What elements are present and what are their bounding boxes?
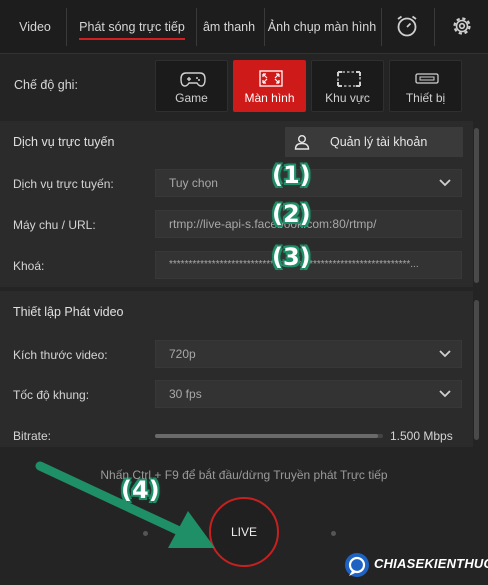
indicator-dot — [331, 531, 336, 536]
bitrate-slider-fill — [155, 434, 378, 438]
chevron-down-icon — [439, 350, 451, 358]
watermark: CHIASEKIENTHUC — [344, 552, 488, 580]
chevron-down-icon — [439, 390, 451, 398]
annotation-1: (1) — [272, 161, 311, 189]
chevron-down-icon — [439, 179, 451, 187]
url-label: Máy chu / URL: — [13, 218, 96, 232]
annotation-arrow — [35, 461, 215, 548]
watermark-logo-icon — [345, 553, 369, 577]
annotation-3: (3) — [272, 243, 311, 271]
frame-rate-value: 30 fps — [169, 387, 202, 401]
timer-icon[interactable] — [394, 13, 420, 39]
mode-fullscreen-button[interactable]: Màn hình — [233, 60, 306, 112]
frame-rate-label: Tốc độ khung: — [13, 388, 90, 402]
video-size-select[interactable]: 720p — [155, 340, 462, 368]
top-navigation: Video Phát sóng trực tiếp âm thanh Ảnh c… — [0, 0, 488, 54]
tab-screenshot[interactable]: Ảnh chụp màn hình — [266, 0, 378, 54]
gamepad-icon — [180, 72, 206, 87]
device-icon — [415, 73, 439, 84]
tab-live-stream[interactable]: Phát sóng trực tiếp — [70, 0, 194, 54]
key-label: Khoá: — [13, 259, 45, 273]
frame-rate-select[interactable]: 30 fps — [155, 380, 462, 408]
tab-video[interactable]: Video — [8, 0, 62, 54]
online-service-panel: Dịch vụ trực tuyến Quản lý tài khoản Dịc… — [0, 121, 473, 287]
bitrate-value: 1.500 Mbps — [390, 429, 453, 443]
tab-audio[interactable]: âm thanh — [198, 0, 260, 54]
watermark-text: CHIASEKIENTHUC — [374, 556, 488, 571]
video-settings-title: Thiết lập Phát video — [13, 305, 124, 319]
manage-account-label: Quản lý tài khoản — [330, 135, 428, 149]
fullscreen-icon — [259, 70, 283, 87]
annotation-2: (2) — [272, 200, 311, 228]
region-icon — [337, 71, 361, 87]
service-value: Tuy chọn — [169, 176, 218, 190]
manage-account-button[interactable]: Quản lý tài khoản — [285, 127, 463, 157]
mode-device-button[interactable]: Thiết bị — [389, 60, 462, 112]
scrollbar[interactable] — [474, 128, 479, 283]
live-label: LIVE — [230, 525, 257, 539]
record-mode-label: Chế độ ghi: — [14, 78, 78, 92]
user-icon — [294, 135, 310, 150]
mode-region-button[interactable]: Khu vực — [311, 60, 384, 112]
video-size-label: Kích thước video: — [13, 348, 108, 362]
video-settings-panel: Thiết lập Phát video Kích thước video: 7… — [0, 291, 473, 447]
service-label: Dịch vụ trực tuyến: — [13, 177, 114, 191]
mode-game-button[interactable]: Game — [155, 60, 228, 112]
record-mode-row: Chế độ ghi: Game Màn hình Khu vực Thiết … — [0, 54, 488, 118]
video-size-value: 720p — [169, 347, 196, 361]
online-service-title: Dịch vụ trực tuyến — [13, 135, 115, 149]
gear-icon[interactable] — [449, 13, 475, 39]
bitrate-label: Bitrate: — [13, 429, 52, 443]
scrollbar[interactable] — [474, 300, 479, 440]
